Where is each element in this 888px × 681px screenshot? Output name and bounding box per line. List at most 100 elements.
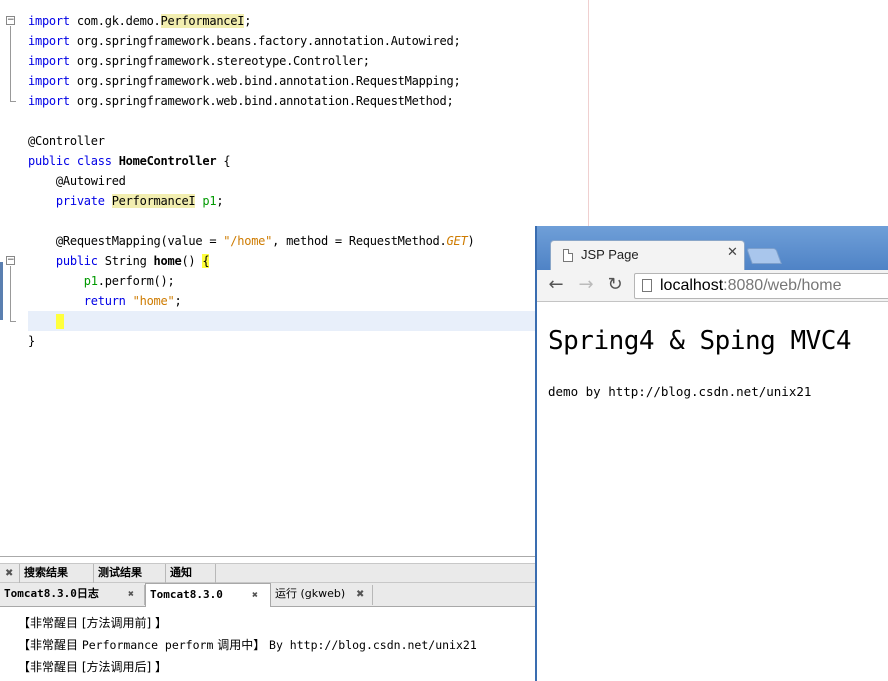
- code-text: org.springframework.web.bind.annotation.…: [69, 74, 461, 88]
- code-line: import org.springframework.web.bind.anno…: [28, 91, 454, 111]
- code-line: p1.perform();: [28, 271, 175, 291]
- code-text: PerformanceI: [160, 14, 245, 28]
- output-line: 【非常醒目 [方法调用前] 】: [18, 616, 167, 630]
- class-name: HomeController: [118, 154, 217, 168]
- keyword: import: [28, 94, 70, 108]
- tab-label: 运行 (gkweb): [275, 587, 346, 600]
- back-arrow-icon[interactable]: ←: [545, 274, 567, 296]
- close-icon[interactable]: ✖: [356, 586, 364, 604]
- string-literal: "home": [132, 294, 175, 308]
- code-text: (): [181, 254, 203, 268]
- code-line: import com.gk.demo.PerformanceI;: [28, 11, 251, 31]
- page-heading: Spring4 & Sping MVC4: [548, 326, 852, 356]
- tab-search-results[interactable]: 搜索结果: [20, 564, 94, 584]
- output-line: 【非常醒目 Performance perform 调用中】 By http:/…: [18, 635, 477, 655]
- keyword: private: [28, 194, 112, 208]
- enum-constant: GET: [446, 234, 468, 248]
- address-bar[interactable]: localhost:8080/web/home: [634, 273, 888, 299]
- close-icon[interactable]: ✖: [0, 564, 20, 584]
- tab-run-gkweb[interactable]: 运行 (gkweb) ✖: [271, 585, 373, 605]
- browser-window: JSP Page ✕ ← → ↻ localhost:8080/web/home…: [535, 226, 888, 681]
- code-text: {: [216, 154, 231, 168]
- keyword: import: [28, 74, 70, 88]
- tab-label: Tomcat8.3.0: [150, 588, 223, 601]
- close-icon[interactable]: ✖: [252, 587, 258, 605]
- fold-end: [10, 101, 16, 102]
- code-line: private PerformanceI p1;: [28, 191, 224, 211]
- browser-toolbar: ← → ↻ localhost:8080/web/home: [537, 270, 888, 302]
- close-icon[interactable]: ✖: [128, 586, 134, 604]
- page-subtext: demo by http://blog.csdn.net/unix21: [548, 384, 812, 399]
- output-text: By http://blog.csdn.net/unix21: [269, 638, 477, 652]
- close-icon[interactable]: ✕: [727, 245, 738, 260]
- keyword: import: [28, 34, 70, 48]
- field-name: p1: [195, 194, 217, 208]
- panel-tabbar-top: ✖ 搜索结果 测试结果 通知: [0, 563, 536, 584]
- code-line: import org.springframework.beans.factory…: [28, 31, 461, 51]
- code-line: import org.springframework.stereotype.Co…: [28, 51, 370, 71]
- code-line: @RequestMapping(value = "/home", method …: [28, 231, 475, 251]
- annotation: @Controller: [28, 134, 105, 148]
- code-line: import org.springframework.web.bind.anno…: [28, 71, 461, 91]
- forward-arrow-icon[interactable]: →: [575, 274, 597, 296]
- code-text: com.gk.demo.: [69, 14, 161, 28]
- code-line: public String home() {: [28, 251, 210, 271]
- code-text: ;: [216, 194, 224, 208]
- tab-label: Tomcat8.3.0日志: [4, 587, 99, 600]
- fold-guide: [10, 266, 11, 322]
- code-text: String: [97, 254, 154, 268]
- page-icon: [642, 279, 652, 292]
- new-tab-button[interactable]: [746, 248, 782, 264]
- reload-icon[interactable]: ↻: [604, 274, 626, 296]
- current-line-highlight: [28, 311, 535, 331]
- output-text: 【非常醒目: [18, 638, 82, 652]
- output-line: 【非常醒目 [方法调用后] 】: [18, 660, 167, 674]
- code-text: .perform();: [97, 274, 175, 288]
- browser-titlebar: JSP Page ✕: [537, 226, 888, 272]
- code-text: PerformanceI: [111, 194, 196, 208]
- annotation: @RequestMapping(value =: [28, 234, 224, 248]
- fold-end: [10, 321, 16, 322]
- url-text: localhost:8080/web/home: [660, 277, 841, 295]
- code-text: org.springframework.beans.factory.annota…: [69, 34, 461, 48]
- code-line: @Controller: [28, 131, 105, 151]
- change-marker: [0, 262, 3, 320]
- code-line: @Autowired: [28, 171, 126, 191]
- matched-brace: {: [202, 254, 210, 268]
- method-name: home: [153, 254, 182, 268]
- tab-title: JSP Page: [581, 247, 639, 262]
- code-text: , method = RequestMethod.: [272, 234, 447, 248]
- fold-toggle-method[interactable]: −: [6, 256, 15, 265]
- field-name: p1: [28, 274, 98, 288]
- tab-notifications[interactable]: 通知: [166, 564, 216, 584]
- keyword: public: [28, 254, 98, 268]
- code-text: ;: [244, 14, 252, 28]
- matched-brace-highlight: [56, 314, 64, 329]
- output-panel: ✖ 搜索结果 测试结果 通知 Tomcat8.3.0日志 ✖ Tomcat8.3.…: [0, 556, 536, 681]
- fold-guide: [10, 26, 11, 102]
- code-text: }: [28, 334, 35, 348]
- keyword: import: [28, 54, 70, 68]
- url-host: localhost: [660, 277, 724, 294]
- annotation: @Autowired: [28, 174, 126, 188]
- output-text: Performance perform: [81, 638, 214, 652]
- url-path: :8080/web/home: [723, 277, 842, 294]
- output-text: 调用中】: [213, 638, 270, 652]
- keyword: import: [28, 14, 70, 28]
- code-line: }: [28, 331, 35, 351]
- fold-toggle-imports[interactable]: −: [6, 16, 15, 25]
- string-literal: "/home": [223, 234, 273, 248]
- tab-tomcat[interactable]: Tomcat8.3.0 ✖: [145, 583, 271, 607]
- code-line: return "home";: [28, 291, 182, 311]
- tab-tomcat-log[interactable]: Tomcat8.3.0日志 ✖: [0, 585, 145, 605]
- code-line: public class HomeController {: [28, 151, 231, 171]
- keyword: public: [28, 154, 70, 168]
- keyword: class: [69, 154, 119, 168]
- browser-tab[interactable]: JSP Page ✕: [550, 240, 745, 272]
- panel-tabbar-bottom: Tomcat8.3.0日志 ✖ Tomcat8.3.0 ✖ 运行 (gkweb) ✖: [0, 583, 536, 607]
- code-text: org.springframework.web.bind.annotation.…: [69, 94, 454, 108]
- keyword: return: [28, 294, 133, 308]
- page-icon: [563, 249, 573, 262]
- tab-test-results[interactable]: 测试结果: [94, 564, 166, 584]
- code-text: ): [467, 234, 475, 248]
